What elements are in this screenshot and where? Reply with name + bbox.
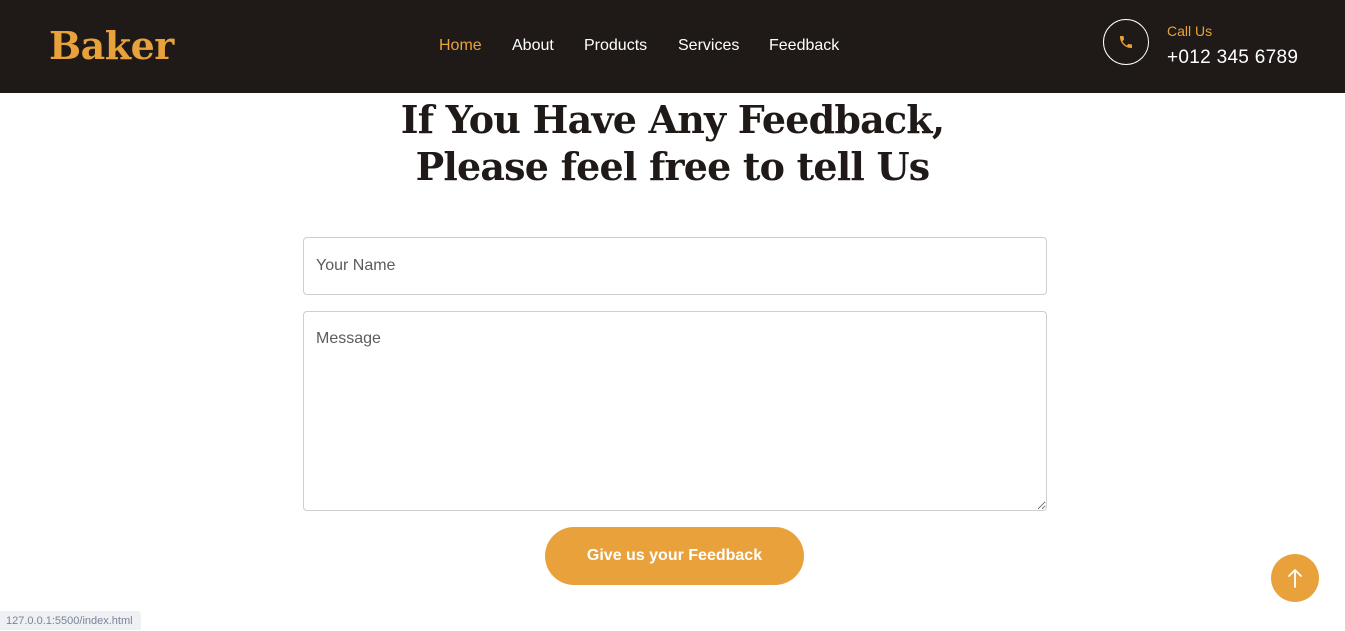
name-input[interactable] (303, 237, 1047, 295)
nav-item-about[interactable]: About (512, 34, 554, 58)
page-title: If You Have Any Feedback, Please feel fr… (0, 96, 1345, 190)
page-title-line-2: Please feel free to tell Us (415, 144, 931, 189)
phone-glyph (1120, 36, 1132, 48)
nav-item-products[interactable]: Products (584, 34, 647, 58)
phone-number: +012 345 6789 (1167, 47, 1299, 68)
page-title-line-1: If You Have Any Feedback, (400, 97, 945, 142)
back-to-top-button[interactable] (1271, 554, 1319, 602)
brand-logo[interactable]: Baker (49, 22, 174, 70)
message-textarea[interactable] (303, 311, 1047, 511)
submit-feedback-button[interactable]: Give us your Feedback (545, 527, 804, 585)
nav-item-feedback[interactable]: Feedback (769, 34, 839, 58)
status-bar-url: 127.0.0.1:5500/index.html (0, 611, 141, 630)
nav-item-services[interactable]: Services (678, 34, 739, 58)
nav-item-home[interactable]: Home (439, 34, 482, 58)
top-navbar: Baker Home About Products Services Feedb… (0, 0, 1345, 93)
phone-icon[interactable] (1103, 19, 1149, 65)
arrow-up-icon (1288, 569, 1302, 588)
call-us-label: Call Us (1167, 23, 1213, 39)
